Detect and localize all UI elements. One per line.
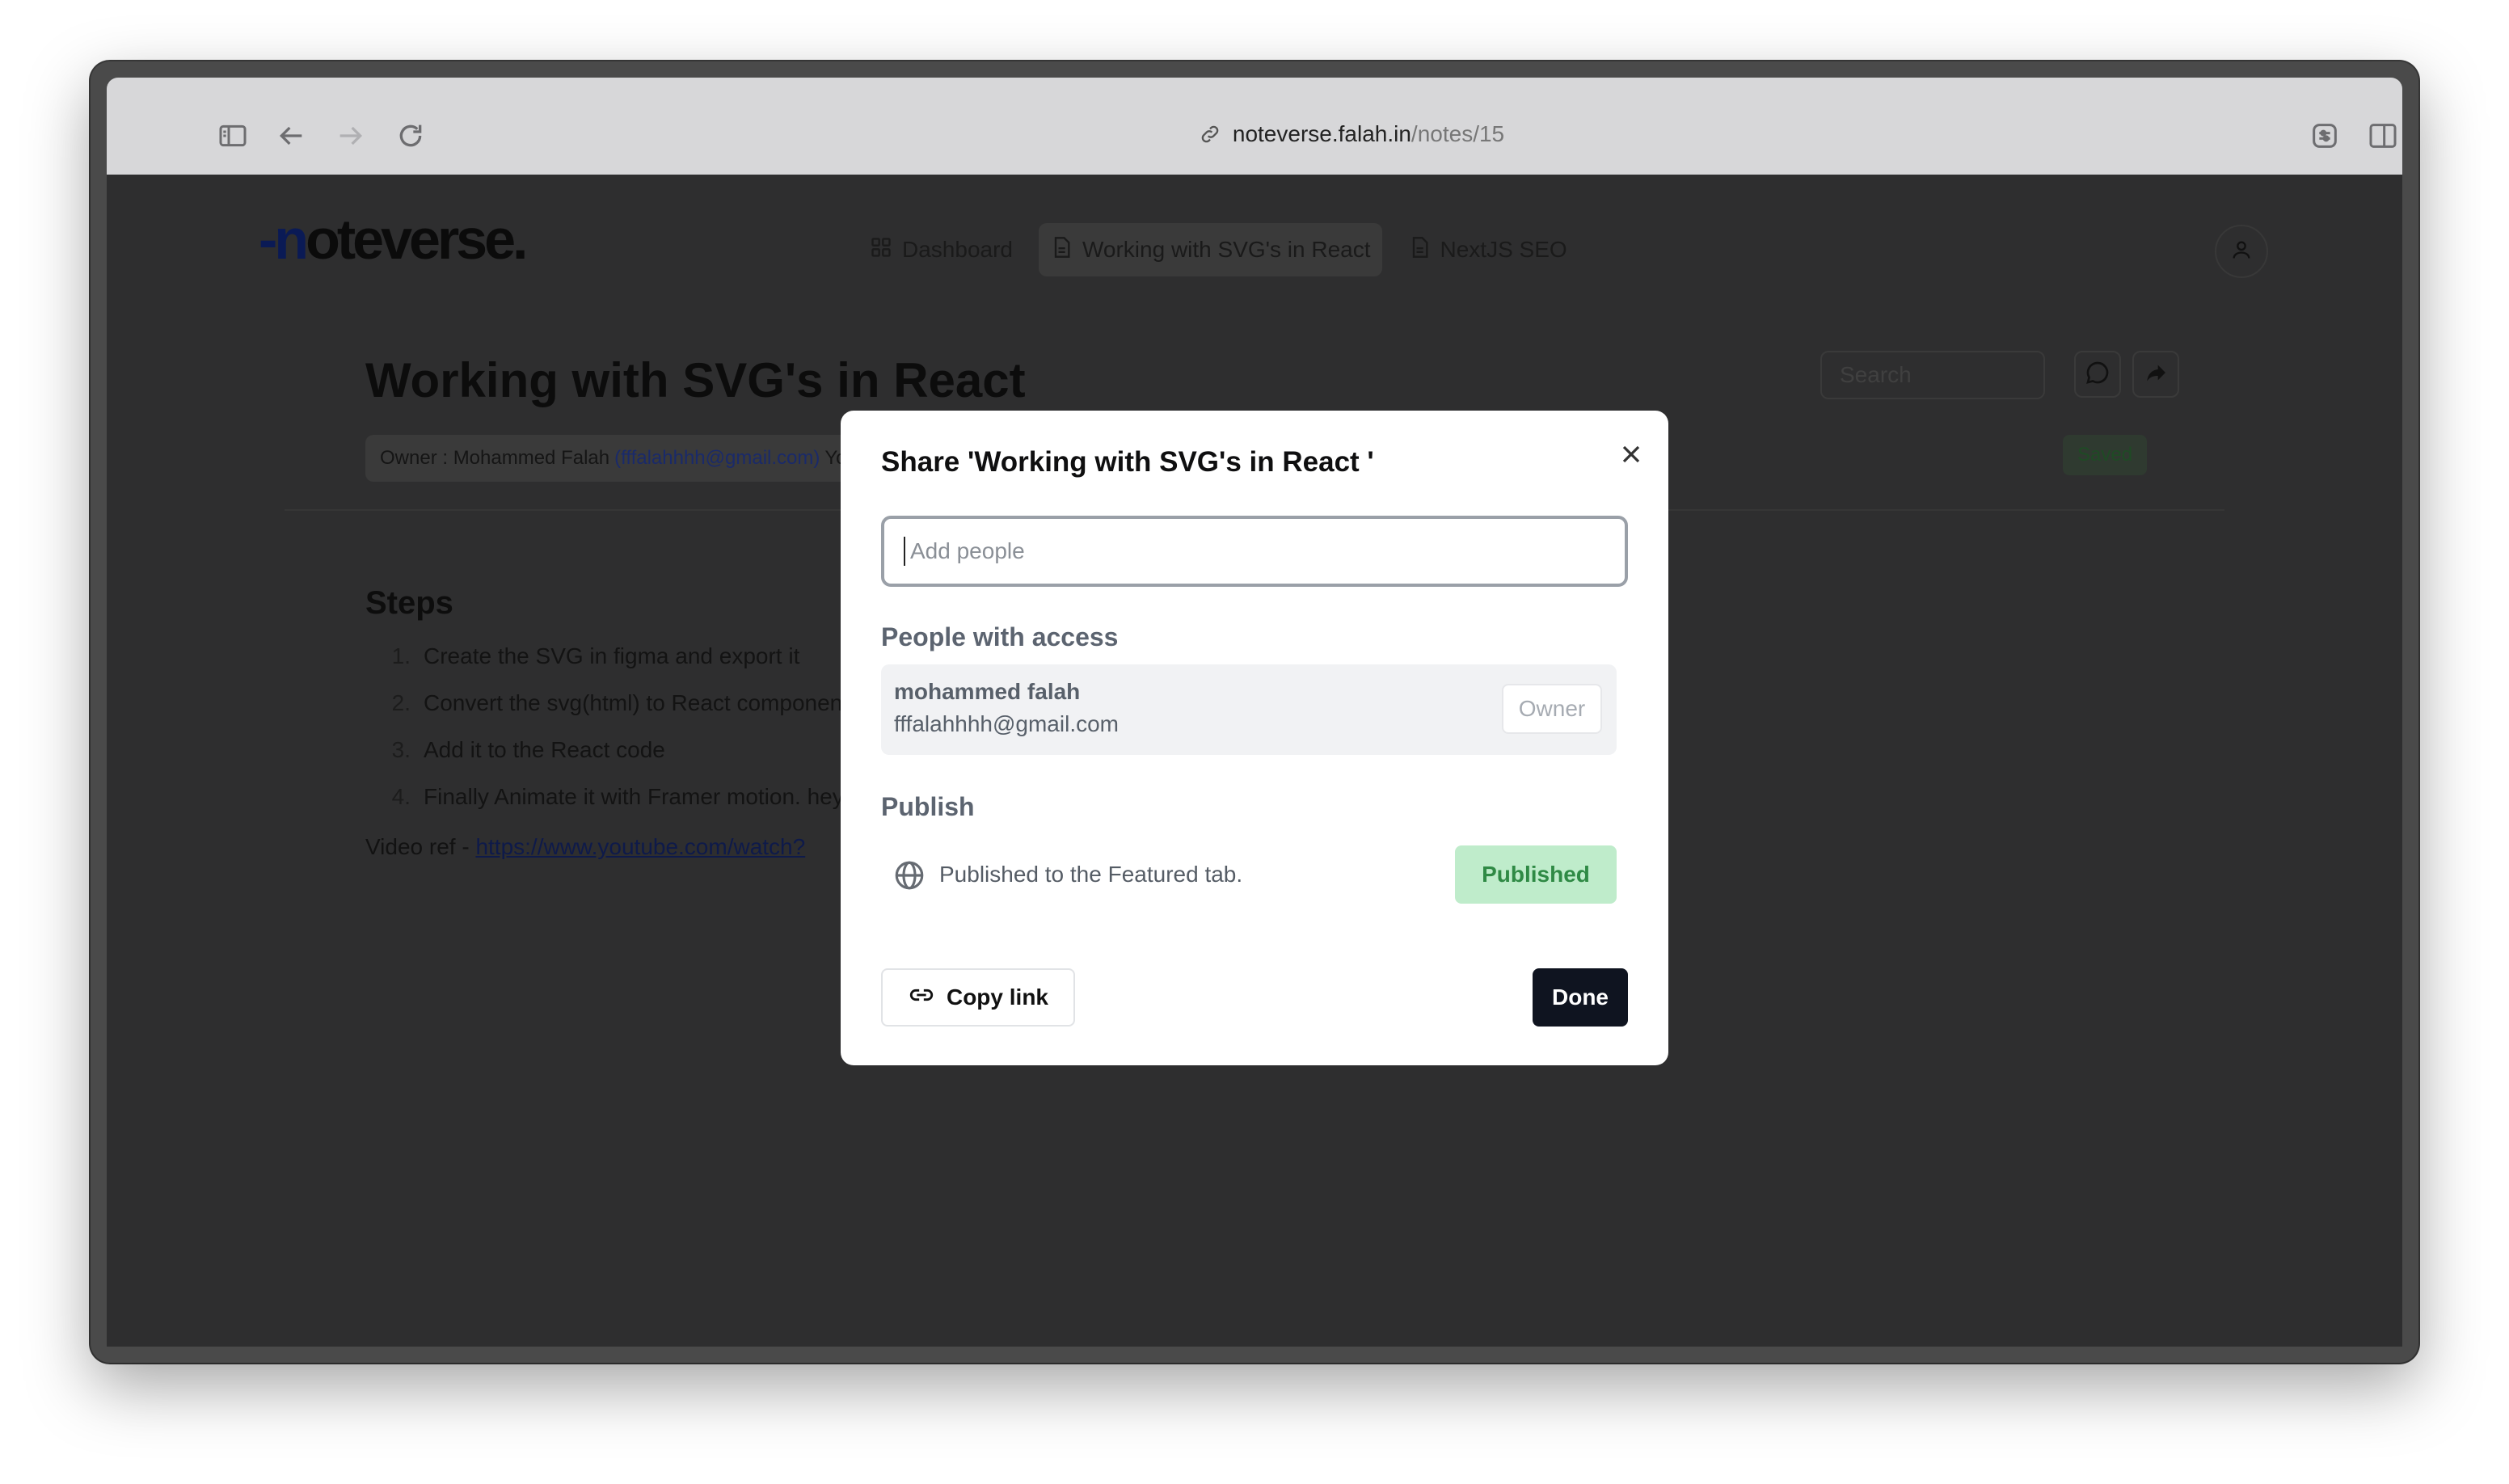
logo[interactable]: -noteverse. <box>259 207 529 272</box>
owner-email: (fffalahhhh@gmail.com) <box>614 447 820 469</box>
copy-link-label: Copy link <box>946 984 1048 1010</box>
top-nav: Dashboard Working with SVG's in React Ne… <box>858 223 1579 276</box>
nav-label: NextJS SEO <box>1440 237 1567 262</box>
back-arrow-icon[interactable] <box>275 120 307 152</box>
person-name: mohammed falah <box>894 679 1081 704</box>
published-button[interactable]: Published <box>1455 845 1617 904</box>
publish-heading: Publish <box>881 792 975 821</box>
share-button[interactable] <box>2132 351 2179 398</box>
extension-icon[interactable] <box>2309 120 2341 152</box>
add-people-input[interactable] <box>881 516 1628 587</box>
access-list-item: mohammed falah fffalahhhh@gmail.com Owne… <box>881 664 1617 755</box>
nav-label: Working with SVG's in React <box>1082 237 1371 262</box>
access-heading: People with access <box>881 622 1119 651</box>
nav-item-nextjs-seo[interactable]: NextJS SEO <box>1397 223 1579 276</box>
note-search-input[interactable]: Search <box>1820 351 2045 399</box>
globe-icon <box>892 858 926 892</box>
note-title: Working with SVG's in React <box>365 353 1026 407</box>
reload-icon[interactable] <box>394 120 427 152</box>
person-email: fffalahhhh@gmail.com <box>894 711 1119 736</box>
address-bar[interactable]: noteverse.falah.in/notes/15 <box>1093 115 1610 154</box>
sidebar-toggle-icon[interactable] <box>217 120 249 152</box>
url-host: noteverse.falah.in <box>1232 121 1411 146</box>
nav-item-working-with-svgs[interactable]: Working with SVG's in React <box>1038 223 1382 276</box>
user-icon <box>2230 238 2253 265</box>
user-menu-button[interactable] <box>2215 225 2268 278</box>
browser-toolbar: noteverse.falah.in/notes/15 <box>107 78 2402 191</box>
link-icon <box>1199 123 1221 145</box>
document-icon <box>1408 236 1431 264</box>
video-ref-label: Video ref - <box>365 834 476 859</box>
document-icon <box>1050 236 1073 264</box>
share-dialog: Share 'Working with SVG's in React ' Peo… <box>841 411 1668 1065</box>
save-status-badge: Saved <box>2063 435 2148 475</box>
grid-icon <box>870 236 892 264</box>
share-arrow-icon <box>2143 360 2169 390</box>
owner-name: Owner : Mohammed Falah <box>380 447 610 469</box>
comment-icon <box>2085 360 2111 390</box>
comments-button[interactable] <box>2074 351 2121 398</box>
nav-item-dashboard[interactable]: Dashboard <box>858 223 1024 276</box>
forward-arrow-icon[interactable] <box>335 120 367 152</box>
role-badge: Owner <box>1502 684 1602 734</box>
publish-row: Published to the Featured tab. Published <box>881 844 1617 905</box>
text-caret <box>904 537 905 566</box>
split-view-icon[interactable] <box>2367 120 2399 152</box>
copy-link-button[interactable]: Copy link <box>881 968 1075 1027</box>
nav-label: Dashboard <box>902 237 1013 262</box>
link-icon <box>908 981 935 1014</box>
done-button[interactable]: Done <box>1533 968 1628 1027</box>
close-icon[interactable] <box>1617 440 1646 469</box>
publish-status-text: Published to the Featured tab. <box>939 862 1243 887</box>
url-path: /notes/15 <box>1411 121 1505 146</box>
video-ref-link[interactable]: https://www.youtube.com/watch? <box>475 834 805 859</box>
steps-heading: Steps <box>365 585 453 621</box>
dialog-title: Share 'Working with SVG's in React ' <box>881 446 1374 478</box>
owner-info: Owner : Mohammed Falah (fffalahhhh@gmail… <box>365 435 896 482</box>
